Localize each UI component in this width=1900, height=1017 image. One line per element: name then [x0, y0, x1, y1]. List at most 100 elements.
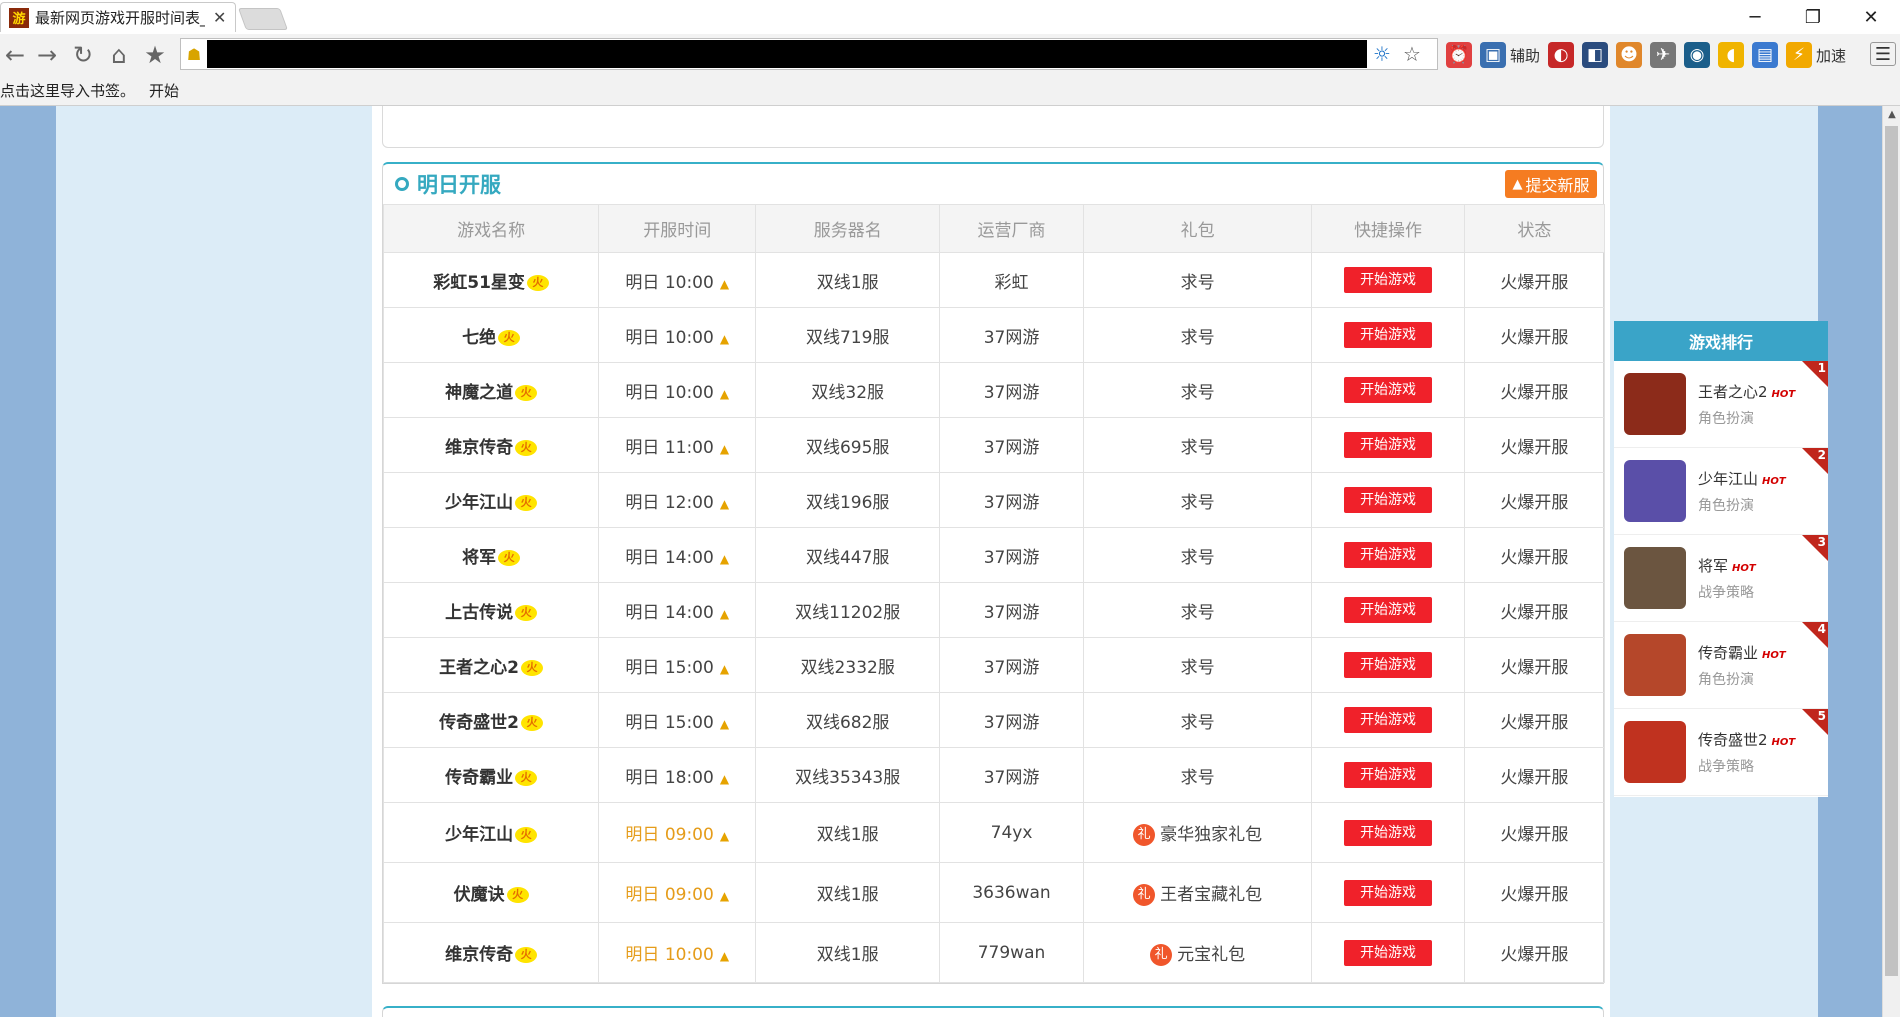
gift-link[interactable]: 求号: [1181, 383, 1215, 403]
back-arrow-icon[interactable]: ←: [0, 40, 30, 70]
extension-icon[interactable]: ◐: [1548, 42, 1575, 68]
start-game-button[interactable]: 开始游戏: [1344, 487, 1433, 513]
gift-link[interactable]: 求号: [1181, 603, 1215, 623]
extension-icon[interactable]: ◉: [1684, 42, 1711, 68]
game-thumbnail[interactable]: [1624, 721, 1686, 783]
start-game-button[interactable]: 开始游戏: [1344, 939, 1433, 966]
bookmark-start[interactable]: 开始: [149, 80, 179, 101]
gift-link[interactable]: 求号: [1181, 493, 1215, 513]
extension-icon[interactable]: ⚡: [1786, 42, 1813, 68]
bell-icon[interactable]: ▲: [720, 277, 729, 291]
reload-icon[interactable]: ↻: [68, 40, 98, 70]
game-name-link[interactable]: 上古传说: [445, 603, 513, 623]
start-game-button[interactable]: 开始游戏: [1344, 267, 1433, 293]
bell-icon[interactable]: ▲: [720, 387, 729, 401]
bell-icon[interactable]: ▲: [720, 662, 729, 676]
game-thumbnail[interactable]: [1624, 547, 1686, 609]
game-name-link[interactable]: 伏魔诀: [454, 885, 505, 905]
gift-link[interactable]: 元宝礼包: [1177, 945, 1245, 965]
submit-new-server-button[interactable]: ▲ 提交新服: [1505, 170, 1597, 198]
bell-icon[interactable]: ▲: [720, 717, 729, 731]
favorite-star-icon[interactable]: ☆: [1397, 40, 1427, 68]
game-name-link[interactable]: 彩虹51星变: [433, 273, 525, 293]
extension-icon[interactable]: ⏰: [1446, 42, 1472, 68]
extension-label[interactable]: 辅助: [1510, 45, 1540, 66]
game-name-link[interactable]: 王者之心2: [439, 658, 519, 678]
ranking-item[interactable]: 将军 HOT 战争策略 3: [1614, 535, 1828, 622]
gift-link[interactable]: 求号: [1181, 768, 1215, 788]
game-name-link[interactable]: 维京传奇: [445, 945, 513, 965]
bell-icon[interactable]: ▲: [720, 552, 729, 566]
start-game-button[interactable]: 开始游戏: [1344, 377, 1433, 403]
tab-close-icon[interactable]: ✕: [213, 8, 226, 27]
extension-icon[interactable]: ◖: [1718, 42, 1745, 68]
bell-icon[interactable]: ▲: [720, 442, 729, 456]
window-close-button[interactable]: ✕: [1842, 0, 1900, 34]
gift-link[interactable]: 求号: [1181, 273, 1215, 293]
game-thumbnail[interactable]: [1624, 373, 1686, 435]
gift-link[interactable]: 求号: [1181, 658, 1215, 678]
ranking-game-name[interactable]: 将军: [1698, 557, 1728, 575]
extension-label[interactable]: 加速: [1816, 45, 1846, 66]
extension-icon[interactable]: ▣: [1480, 42, 1506, 68]
game-name-link[interactable]: 维京传奇: [445, 438, 513, 458]
bell-icon[interactable]: ▲: [720, 829, 729, 843]
game-name-link[interactable]: 神魔之道: [445, 383, 513, 403]
start-game-button[interactable]: 开始游戏: [1344, 879, 1433, 906]
ranking-game-name[interactable]: 少年江山: [1698, 470, 1758, 488]
gift-link[interactable]: 求号: [1181, 328, 1215, 348]
gift-link[interactable]: 求号: [1181, 713, 1215, 733]
gift-link[interactable]: 求号: [1181, 438, 1215, 458]
ranking-item[interactable]: 传奇盛世2 HOT 战争策略 5: [1614, 709, 1828, 796]
game-name-link[interactable]: 将军: [462, 548, 496, 568]
start-game-button[interactable]: 开始游戏: [1344, 762, 1433, 788]
extension-icon[interactable]: ✈: [1650, 42, 1677, 68]
bell-icon[interactable]: ▲: [720, 497, 729, 511]
ranking-item[interactable]: 王者之心2 HOT 角色扮演 1: [1614, 361, 1828, 448]
bell-icon[interactable]: ▲: [720, 889, 729, 903]
bookmark-star-icon[interactable]: ★: [140, 40, 170, 70]
menu-icon[interactable]: ☰: [1870, 42, 1896, 66]
bell-icon[interactable]: ▲: [720, 772, 729, 786]
start-game-button[interactable]: 开始游戏: [1344, 432, 1433, 458]
url-redacted[interactable]: [207, 40, 1367, 68]
ranking-item[interactable]: 少年江山 HOT 角色扮演 2: [1614, 448, 1828, 535]
start-game-button[interactable]: 开始游戏: [1344, 652, 1433, 678]
ranking-item[interactable]: 传奇霸业 HOT 角色扮演 4: [1614, 622, 1828, 709]
game-name-link[interactable]: 七绝: [462, 328, 496, 348]
start-game-button[interactable]: 开始游戏: [1344, 542, 1433, 568]
start-game-button[interactable]: 开始游戏: [1344, 707, 1433, 733]
forward-arrow-icon[interactable]: →: [32, 40, 62, 70]
new-tab-button[interactable]: [237, 8, 289, 30]
ie-mode-icon[interactable]: ☼: [1367, 40, 1397, 68]
bell-icon[interactable]: ▲: [720, 949, 729, 963]
game-name-link[interactable]: 传奇盛世2: [439, 713, 519, 733]
start-game-button[interactable]: 开始游戏: [1344, 819, 1433, 846]
game-name-link[interactable]: 少年江山: [445, 825, 513, 845]
extension-icon[interactable]: ◧: [1582, 42, 1609, 68]
ranking-game-name[interactable]: 传奇盛世2: [1698, 731, 1768, 749]
ranking-game-name[interactable]: 王者之心2: [1698, 383, 1768, 401]
address-bar[interactable]: ☗ ☼ ☆: [180, 38, 1438, 70]
game-thumbnail[interactable]: [1624, 460, 1686, 522]
minimize-button[interactable]: ─: [1726, 0, 1784, 34]
extension-icon[interactable]: ▤: [1752, 42, 1779, 68]
bell-icon[interactable]: ▲: [720, 332, 729, 346]
scrollbar-thumb[interactable]: [1885, 126, 1898, 976]
gift-link[interactable]: 王者宝藏礼包: [1160, 885, 1262, 905]
page-scrollbar[interactable]: ▲: [1882, 106, 1900, 1017]
bell-icon[interactable]: ▲: [720, 607, 729, 621]
game-thumbnail[interactable]: [1624, 634, 1686, 696]
gift-link[interactable]: 豪华独家礼包: [1160, 825, 1262, 845]
restore-button[interactable]: ❐: [1784, 0, 1842, 34]
start-game-button[interactable]: 开始游戏: [1344, 597, 1433, 623]
scroll-up-icon[interactable]: ▲: [1883, 106, 1900, 122]
home-icon[interactable]: ⌂: [104, 40, 134, 70]
ranking-game-name[interactable]: 传奇霸业: [1698, 644, 1758, 662]
extension-icon[interactable]: ☻: [1616, 42, 1643, 68]
game-name-link[interactable]: 少年江山: [445, 493, 513, 513]
browser-tab[interactable]: 游 最新网页游戏开服时间表_ ✕: [0, 2, 236, 32]
game-name-link[interactable]: 传奇霸业: [445, 768, 513, 788]
start-game-button[interactable]: 开始游戏: [1344, 322, 1433, 348]
import-bookmarks-link[interactable]: 点击这里导入书签。: [0, 80, 135, 101]
